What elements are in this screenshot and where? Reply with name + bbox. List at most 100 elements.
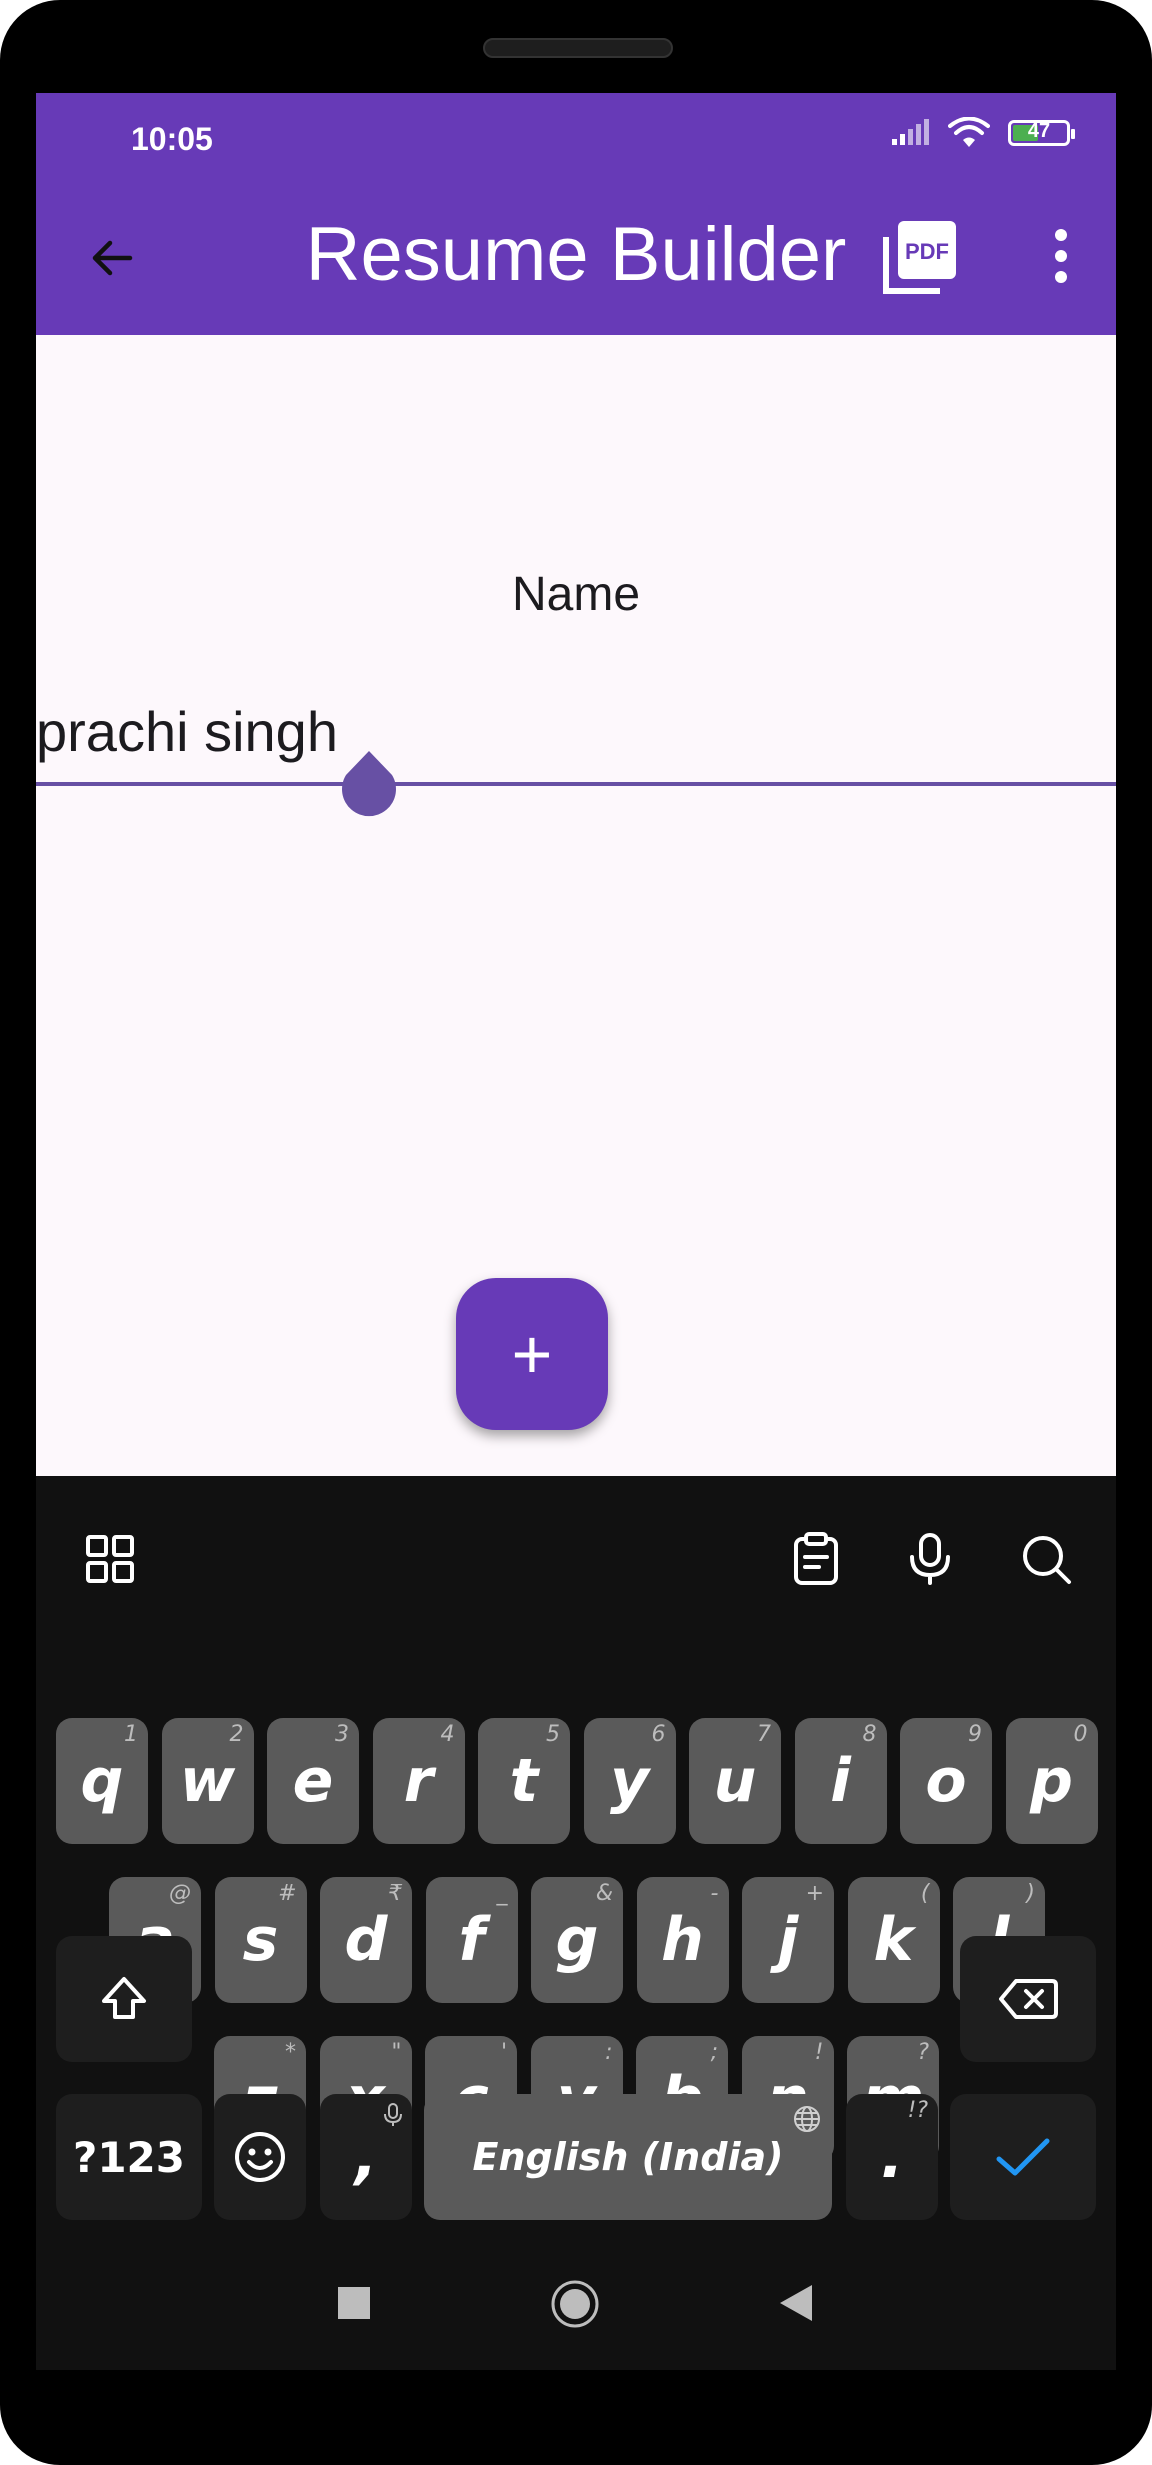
key-p[interactable]: p0 bbox=[1005, 1718, 1098, 1844]
key-hint: 7 bbox=[757, 1722, 771, 1747]
key-label: s bbox=[242, 1905, 279, 1975]
text-cursor-handle[interactable] bbox=[338, 751, 400, 823]
shift-key[interactable] bbox=[56, 1936, 192, 2062]
key-label: y bbox=[609, 1746, 650, 1816]
enter-key[interactable] bbox=[950, 2094, 1096, 2220]
key-label: w bbox=[179, 1746, 236, 1816]
space-key[interactable]: English (India) bbox=[424, 2094, 832, 2220]
search-icon[interactable] bbox=[1018, 1531, 1074, 1587]
key-hint: ! bbox=[814, 2040, 824, 2065]
apps-grid-icon[interactable] bbox=[82, 1531, 138, 1587]
emoji-key[interactable] bbox=[214, 2094, 306, 2220]
key-y[interactable]: y6 bbox=[583, 1718, 676, 1844]
key-label: e bbox=[292, 1746, 334, 1816]
key-hint: ' bbox=[500, 2040, 507, 2065]
key-q[interactable]: q1 bbox=[56, 1718, 148, 1844]
comma-key[interactable]: , bbox=[320, 2094, 412, 2220]
key-label: o bbox=[925, 1746, 967, 1816]
key-o[interactable]: o9 bbox=[900, 1718, 992, 1844]
screen: 10:05 47 Resume Builder PDF Name prachi … bbox=[36, 93, 1116, 2370]
key-hint: 8 bbox=[862, 1722, 877, 1747]
checkmark-icon bbox=[996, 2138, 1050, 2176]
back-nav-icon[interactable] bbox=[778, 2283, 814, 2323]
pdf-icon: PDF bbox=[883, 221, 956, 294]
key-hint: 4 bbox=[440, 1722, 455, 1747]
key-hint: - bbox=[710, 1881, 719, 1906]
more-vert-icon bbox=[1055, 229, 1067, 241]
key-label: p bbox=[1030, 1746, 1073, 1816]
key-label: q bbox=[80, 1746, 124, 1816]
key-hint: & bbox=[595, 1881, 613, 1906]
key-label: g bbox=[555, 1905, 599, 1975]
key-d[interactable]: d ₹ bbox=[320, 1877, 412, 2003]
key-f[interactable]: f _ bbox=[425, 1877, 518, 2003]
backspace-icon bbox=[999, 1979, 1058, 2019]
key-hint: 2 bbox=[229, 1722, 244, 1747]
key-hint: 6 bbox=[651, 1722, 666, 1747]
key-hint: 5 bbox=[546, 1722, 560, 1747]
key-label: f bbox=[458, 1905, 485, 1975]
key-label: k bbox=[873, 1905, 914, 1975]
input-underline bbox=[36, 782, 1116, 786]
recents-icon[interactable] bbox=[336, 2285, 372, 2321]
key-e[interactable]: e3 bbox=[267, 1718, 359, 1844]
period-hint: !? bbox=[907, 2098, 929, 2123]
key-label: d bbox=[344, 1905, 388, 1975]
microphone-icon[interactable] bbox=[902, 1531, 958, 1587]
key-hint: 9 bbox=[968, 1722, 982, 1747]
key-label: j bbox=[777, 1905, 799, 1975]
period-key[interactable]: . !? bbox=[846, 2094, 938, 2220]
battery-level: 47 bbox=[1027, 120, 1051, 142]
phone-frame: 10:05 47 Resume Builder PDF Name prachi … bbox=[0, 0, 1152, 2465]
backspace-key[interactable] bbox=[960, 1936, 1096, 2062]
key-r[interactable]: r4 bbox=[372, 1718, 465, 1844]
app-bar: 10:05 47 Resume Builder PDF bbox=[36, 93, 1116, 335]
key-g[interactable]: g & bbox=[531, 1877, 623, 2003]
key-j[interactable]: j + bbox=[742, 1877, 834, 2003]
home-icon[interactable] bbox=[550, 2279, 600, 2329]
add-button[interactable]: + bbox=[456, 1278, 608, 1430]
key-hint: ) bbox=[1026, 1881, 1035, 1906]
mic-hint-icon bbox=[384, 2103, 402, 2126]
export-pdf-button[interactable]: PDF bbox=[880, 217, 960, 297]
status-time: 10:05 bbox=[131, 121, 213, 157]
earpiece-speaker bbox=[483, 38, 673, 58]
key-w[interactable]: w2 bbox=[161, 1718, 254, 1844]
key-hint: 3 bbox=[335, 1722, 349, 1747]
period-label: . bbox=[880, 2122, 904, 2192]
navigation-bar bbox=[36, 2243, 1116, 2370]
key-label: r bbox=[403, 1746, 434, 1816]
name-input[interactable] bbox=[36, 681, 1116, 781]
key-s[interactable]: s # bbox=[214, 1877, 307, 2003]
key-hint: ( bbox=[920, 1881, 930, 1906]
key-hint: ₹ bbox=[388, 1881, 402, 1906]
key-i[interactable]: i8 bbox=[794, 1718, 887, 1844]
key-h[interactable]: h- bbox=[636, 1877, 729, 2003]
clipboard-icon[interactable] bbox=[788, 1531, 844, 1587]
shift-icon bbox=[102, 1977, 146, 2019]
key-label: h bbox=[661, 1905, 704, 1975]
key-u[interactable]: u7 bbox=[689, 1718, 781, 1844]
key-hint: 0 bbox=[1073, 1722, 1088, 1747]
soft-keyboard: q1w2e3r4t5y6u7i8o9p0 a@s#d₹f_g&h-j+k(l) … bbox=[36, 1476, 1116, 2370]
status-icons: 47 bbox=[890, 117, 1075, 149]
key-hint: _ bbox=[496, 1881, 508, 1906]
key-hint: # bbox=[278, 1881, 297, 1906]
key-hint: @ bbox=[169, 1881, 191, 1906]
comma-label: , bbox=[354, 2122, 378, 2192]
key-label: t bbox=[509, 1746, 539, 1816]
space-language-label: English (India) bbox=[472, 2135, 784, 2179]
globe-icon bbox=[794, 2106, 820, 2132]
key-hint: * bbox=[285, 2040, 296, 2065]
emoji-icon bbox=[235, 2132, 285, 2182]
key-hint: 1 bbox=[124, 1722, 138, 1747]
wifi-icon bbox=[948, 117, 990, 147]
svg-text:PDF: PDF bbox=[905, 239, 949, 264]
more-options-button[interactable] bbox=[1036, 221, 1086, 291]
symbols-key[interactable]: ?123 bbox=[56, 2094, 202, 2220]
battery-icon: 47 bbox=[1008, 120, 1075, 146]
key-label: i bbox=[830, 1746, 851, 1816]
key-t[interactable]: t5 bbox=[478, 1718, 570, 1844]
signal-icon bbox=[892, 119, 929, 145]
key-k[interactable]: k( bbox=[847, 1877, 940, 2003]
